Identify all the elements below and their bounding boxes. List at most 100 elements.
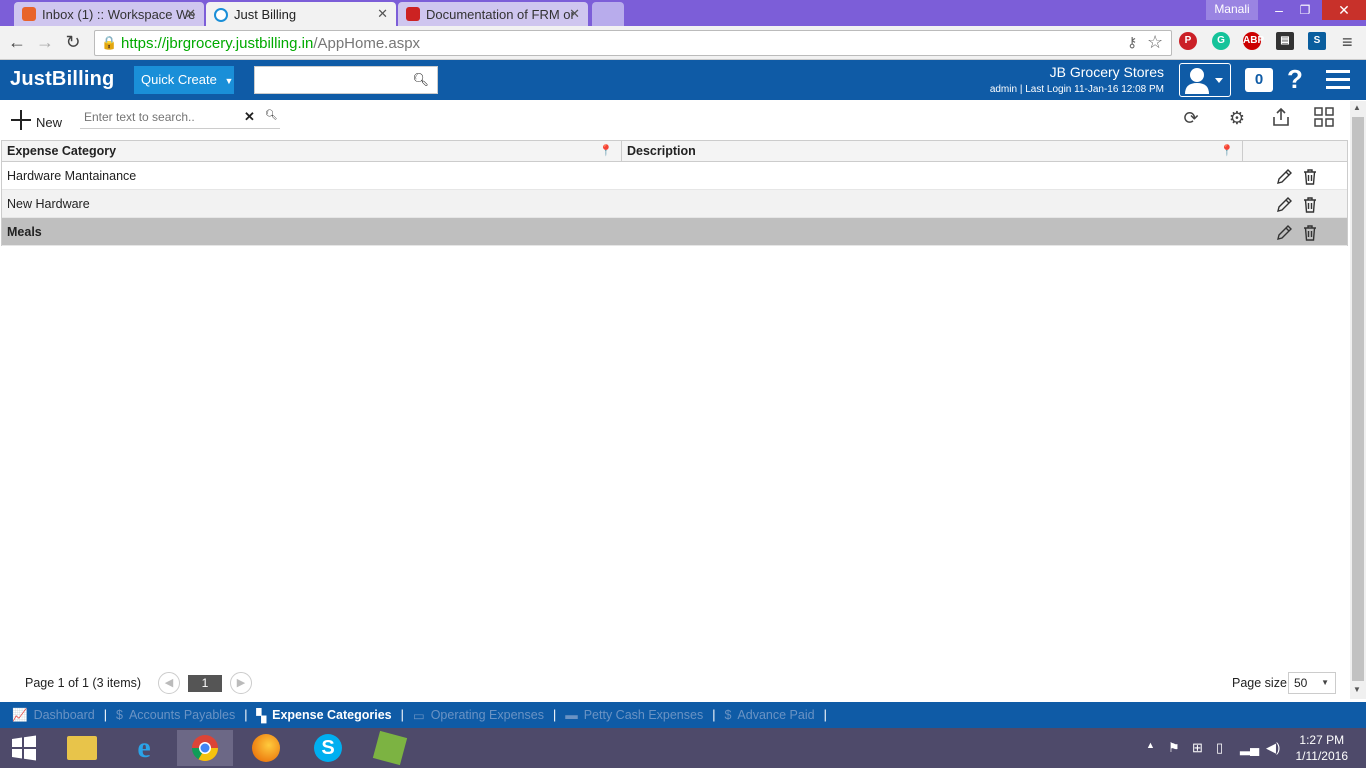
delete-trash-icon[interactable] [1301, 168, 1319, 186]
scrollbar-thumb[interactable] [1352, 117, 1364, 681]
tab-label: Accounts Payables [128, 708, 236, 722]
header-search-input[interactable]: 🔍︎ [254, 66, 438, 94]
new-tab-button[interactable] [592, 2, 624, 26]
film-extension-icon[interactable]: ▤ [1276, 32, 1294, 50]
browser-menu-icon[interactable]: ≡ [1342, 32, 1353, 53]
app-logo[interactable]: JustBilling [10, 68, 114, 91]
expense-category-grid: Expense Category 📍 Description 📍 Hardwar… [1, 140, 1348, 246]
search-icon[interactable]: 🔍︎ [265, 110, 278, 121]
grid-search-input[interactable] [80, 107, 230, 127]
firefox-icon[interactable] [238, 730, 294, 766]
export-upload-icon[interactable] [1270, 107, 1292, 129]
store-name: JB Grocery Stores [1049, 64, 1164, 80]
column-header-description[interactable]: Description 📍 [622, 141, 1243, 161]
close-tab-icon[interactable]: ✕ [569, 6, 580, 22]
close-window-icon[interactable]: ✕ [1322, 0, 1366, 20]
new-button[interactable]: New [10, 109, 62, 131]
key-icon[interactable]: ⚷ [1127, 34, 1137, 51]
close-tab-icon[interactable]: ✕ [377, 6, 388, 22]
hamburger-menu-icon[interactable] [1326, 70, 1350, 94]
network-signal-icon[interactable]: ▂▄ [1240, 740, 1259, 756]
table-row[interactable]: Hardware Mantainance [2, 162, 1347, 190]
edit-pencil-icon[interactable] [1275, 224, 1293, 242]
file-explorer-icon[interactable] [54, 730, 110, 766]
new-button-label: New [36, 114, 63, 130]
url-path: /AppHome.aspx [313, 35, 421, 52]
tab-expense-categories[interactable]: ▚ Expense Categories [257, 708, 392, 723]
clear-search-icon[interactable]: ✕ [244, 109, 255, 125]
tab-advance-paid[interactable]: $ Advance Paid [724, 708, 814, 722]
volume-icon[interactable]: ◀) [1266, 740, 1280, 756]
cell-expense-category: New Hardware [7, 196, 90, 211]
notification-badge[interactable]: 0 [1245, 68, 1273, 92]
windows-start-icon[interactable] [0, 730, 48, 766]
show-hidden-icons-icon[interactable]: ▲ [1146, 740, 1155, 750]
windows-tray-icon[interactable]: ⊞ [1192, 740, 1203, 756]
internet-explorer-icon[interactable]: e [116, 730, 172, 766]
chrome-icon[interactable] [177, 730, 233, 766]
browser-tab-documentation[interactable]: Documentation of FRM or ✕ [398, 2, 588, 26]
settings-gear-icon[interactable]: ⚙ [1226, 107, 1248, 129]
tab-title: Inbox (1) :: Workspace We [42, 6, 196, 22]
pinterest-icon[interactable]: P [1179, 32, 1197, 50]
pager-summary: Page 1 of 1 (3 items) [25, 676, 142, 690]
page-size-select[interactable]: 50 ▼ [1288, 672, 1336, 694]
user-avatar-icon [1185, 68, 1223, 94]
tab-separator: | [103, 708, 107, 722]
battery-icon[interactable]: ▯ [1216, 740, 1223, 756]
next-page-icon[interactable]: ▶ [230, 672, 252, 694]
edit-pencil-icon[interactable] [1275, 168, 1293, 186]
quick-create-label: Quick Create [141, 72, 217, 87]
grammarly-icon[interactable]: G [1212, 32, 1230, 50]
adblock-icon[interactable]: ABP [1243, 32, 1264, 50]
system-clock[interactable]: 1:27 PM 1/11/2016 [1296, 732, 1349, 764]
pin-icon[interactable]: 📍 [599, 141, 613, 161]
refresh-icon[interactable]: ⟳ [1180, 107, 1202, 129]
table-row[interactable]: New Hardware [2, 190, 1347, 218]
grid-search: ✕ 🔍︎ [80, 107, 280, 129]
column-header-expense-category[interactable]: Expense Category 📍 [2, 141, 622, 161]
search-icon[interactable]: 🔍︎ [412, 72, 429, 88]
quick-create-button[interactable]: Quick Create ▼ [134, 66, 234, 94]
tab-petty-cash-expenses[interactable]: ▬ Petty Cash Expenses [565, 708, 703, 722]
url-field[interactable]: 🔒 https://jbrgrocery.justbilling.in/AppH… [94, 30, 1172, 56]
star-icon[interactable]: ☆ [1147, 32, 1163, 53]
scroll-down-icon[interactable]: ▼ [1353, 685, 1361, 694]
prev-page-icon[interactable]: ◀ [158, 672, 180, 694]
vertical-scrollbar[interactable]: ▲ ▼ [1350, 101, 1366, 699]
skype-icon[interactable]: S [300, 730, 356, 766]
current-page-button[interactable]: 1 [188, 675, 222, 692]
last-login-info: admin | Last Login 11-Jan-16 12:08 PM [989, 84, 1164, 95]
browser-tab-just-billing[interactable]: Just Billing ✕ [206, 2, 396, 27]
tab-label: Expense Categories [272, 708, 392, 722]
clock-date: 1/11/2016 [1295, 749, 1349, 763]
tab-separator: | [552, 708, 557, 722]
delete-trash-icon[interactable] [1301, 224, 1319, 242]
tab-dashboard[interactable]: 📈 Dashboard [12, 708, 95, 723]
close-tab-icon[interactable]: ✕ [185, 6, 196, 22]
browser-tab-inbox[interactable]: Inbox (1) :: Workspace We ✕ [14, 2, 204, 26]
table-row-selected[interactable]: Meals [2, 218, 1347, 246]
user-menu-button[interactable] [1179, 63, 1231, 97]
back-icon[interactable]: ← [6, 32, 28, 53]
clock-time: 1:27 PM [1299, 733, 1345, 747]
help-icon[interactable]: ? [1287, 64, 1303, 95]
edit-pencil-icon[interactable] [1275, 196, 1293, 214]
tab-label: Advance Paid [737, 708, 815, 722]
profile-button[interactable]: Manali [1206, 0, 1258, 20]
s-extension-icon[interactable]: S [1308, 32, 1326, 50]
restore-icon[interactable]: ❐ [1290, 0, 1320, 20]
tab-operating-expenses[interactable]: ▭ Operating Expenses [413, 708, 544, 723]
lock-icon: 🔒 [101, 35, 118, 50]
delete-trash-icon[interactable] [1301, 196, 1319, 214]
tab-accounts-payables[interactable]: $ Accounts Payables [116, 708, 235, 722]
reload-icon[interactable]: ↻ [62, 32, 84, 53]
pin-icon[interactable]: 📍 [1220, 141, 1234, 161]
scroll-up-icon[interactable]: ▲ [1353, 103, 1361, 112]
column-header-label: Expense Category [7, 144, 117, 158]
grid-view-icon[interactable] [1313, 107, 1335, 129]
flag-icon[interactable]: ⚑ [1168, 740, 1180, 756]
app-header: JustBilling Quick Create ▼ 🔍︎ JB Grocery… [0, 60, 1366, 100]
tag-app-icon[interactable] [362, 730, 418, 766]
forward-icon[interactable]: → [34, 32, 56, 53]
